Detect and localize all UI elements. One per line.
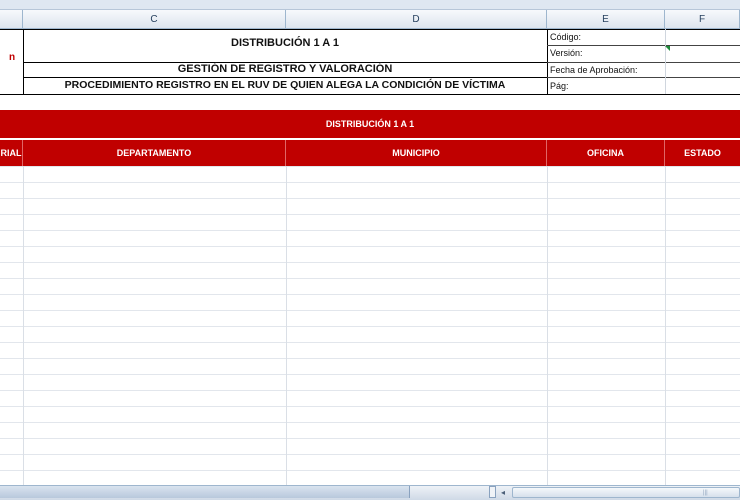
grid-row-line bbox=[0, 198, 740, 199]
grid-column-line bbox=[23, 166, 24, 485]
document-title: DISTRIBUCIÓN 1 A 1 bbox=[231, 37, 339, 49]
meta-codigo: Código: bbox=[550, 32, 582, 42]
header-border-top bbox=[0, 29, 740, 30]
grid-row-line bbox=[0, 374, 740, 375]
grid-column-line bbox=[286, 166, 287, 485]
column-header-f[interactable]: F bbox=[665, 10, 740, 29]
table-band-title: DISTRIBUCIÓN 1 A 1 bbox=[0, 110, 740, 138]
meta-fecha: Fecha de Aprobación: bbox=[550, 65, 638, 75]
header-oficina: OFICINA bbox=[547, 140, 665, 166]
grid-row-line bbox=[0, 262, 740, 263]
header-estado: ESTADO bbox=[665, 140, 740, 166]
column-header-b[interactable] bbox=[0, 10, 23, 29]
scroll-left-arrow-icon[interactable]: ◂ bbox=[498, 487, 508, 498]
logo-fragment: n bbox=[9, 52, 16, 63]
document-subtitle: GESTIÓN DE REGISTRO Y VALORACIÓN bbox=[177, 63, 393, 75]
grid-row-line bbox=[0, 166, 740, 167]
scroll-grip-icon: ||| bbox=[703, 490, 708, 496]
grid-row-line bbox=[0, 390, 740, 391]
header-border-mid2 bbox=[23, 77, 547, 78]
column-header-e[interactable]: E bbox=[547, 10, 665, 29]
grid-row-line bbox=[0, 406, 740, 407]
grid-row-line bbox=[0, 470, 740, 471]
meta-sep-3 bbox=[547, 77, 740, 78]
grid-column-line bbox=[547, 166, 548, 485]
grid-row-line bbox=[0, 326, 740, 327]
grid-row-line bbox=[0, 182, 740, 183]
grid-row-line bbox=[0, 310, 740, 311]
grid-row-line bbox=[0, 438, 740, 439]
cell-comment-marker bbox=[665, 46, 670, 51]
meta-pag: Pág: bbox=[550, 81, 569, 91]
grid-row-line bbox=[0, 230, 740, 231]
grid-row-line bbox=[0, 358, 740, 359]
grid-row-line bbox=[0, 294, 740, 295]
grid-row-line bbox=[0, 214, 740, 215]
header-border-bottom bbox=[0, 94, 740, 95]
procedure-title: PROCEDIMIENTO REGISTRO EN EL RUV DE QUIE… bbox=[64, 79, 506, 91]
tab-split-handle[interactable] bbox=[489, 486, 496, 498]
grid-row-line bbox=[0, 454, 740, 455]
header-departamento: DEPARTAMENTO bbox=[23, 140, 286, 166]
meta-col-sep bbox=[665, 29, 666, 94]
horizontal-scrollbar-thumb[interactable]: ||| bbox=[512, 487, 740, 498]
column-header-c[interactable]: C bbox=[23, 10, 286, 29]
grid-row-line bbox=[0, 422, 740, 423]
header-municipio: MUNICIPIO bbox=[286, 140, 547, 166]
grid-row-line bbox=[0, 278, 740, 279]
grid-row-line bbox=[0, 246, 740, 247]
ribbon-edge bbox=[0, 0, 740, 10]
meta-sep-2 bbox=[547, 62, 740, 63]
column-header-d[interactable]: D bbox=[286, 10, 547, 29]
header-rial: RIAL bbox=[0, 140, 23, 166]
meta-version: Versión: bbox=[550, 48, 583, 58]
sheet-tab-area[interactable] bbox=[0, 486, 410, 498]
meta-sep-1 bbox=[547, 45, 740, 46]
grid-column-line bbox=[665, 166, 666, 485]
grid-row-line bbox=[0, 342, 740, 343]
